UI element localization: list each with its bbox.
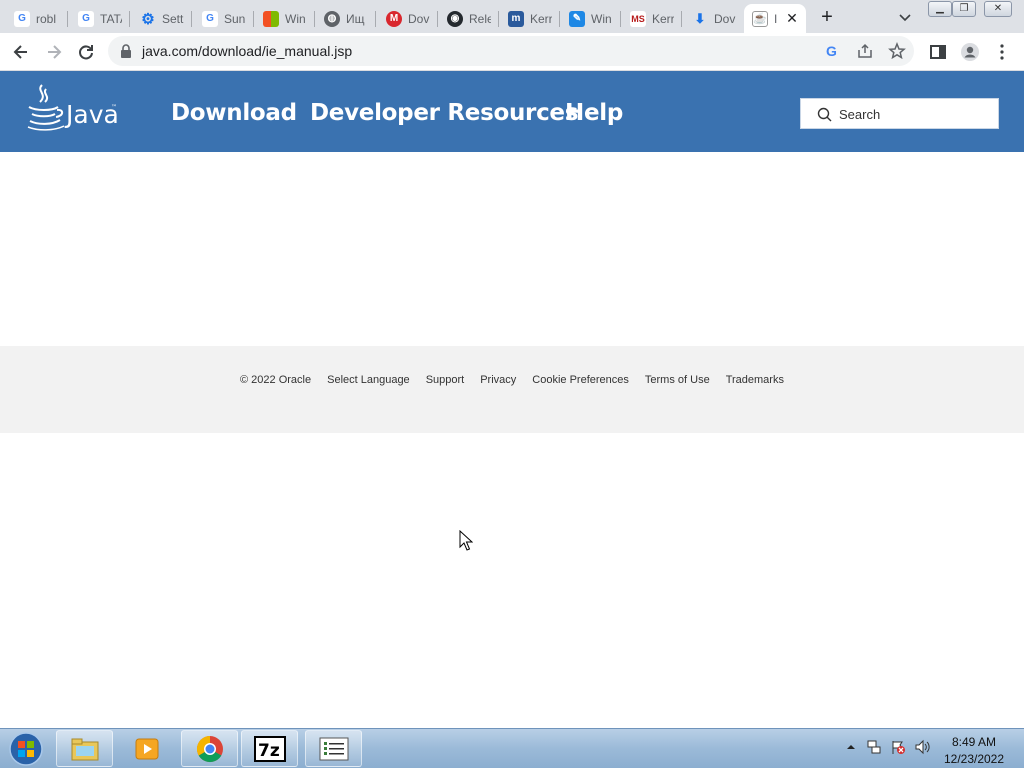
tab-7[interactable]: M Dov [378,4,438,33]
close-tab-icon[interactable]: ✕ [784,10,800,26]
svg-text:Java: Java [64,100,118,129]
tab-1[interactable]: G robl [6,4,68,33]
tab-label: Dov [714,11,736,26]
footer-terms[interactable]: Terms of Use [645,374,710,386]
taskbar-notes-app[interactable] [305,730,362,767]
forward-arrow-icon[interactable] [44,42,64,62]
nav-developer-resources[interactable]: Developer Resources [310,100,578,126]
tab-label: Sett [162,11,184,26]
tab-label: Ищ [346,11,365,26]
ms-icon: MS [630,10,646,27]
tab-3[interactable]: ⚙ Sett [132,4,192,33]
folder-icon [71,738,98,760]
footer-support[interactable]: Support [426,374,465,386]
restore-button[interactable]: ❐ [952,1,976,17]
tab-label: Kerr [530,11,552,26]
close-window-button[interactable]: ✕ [984,1,1012,17]
mega-icon: M [386,10,402,27]
share-icon[interactable] [856,42,874,60]
java-logo[interactable]: Java ™ [24,83,118,133]
tab-active-java[interactable]: ☕ I ✕ [744,4,806,33]
minimize-button[interactable]: ▁ [928,1,952,17]
footer-trademarks[interactable]: Trademarks [726,374,784,386]
tab-label: Dov [408,11,430,26]
side-panel-icon[interactable] [928,42,948,62]
site-header: Java ™ Download Developer Resources Help [0,71,1024,152]
nav-help[interactable]: Help [565,100,623,126]
footer-links: © 2022 Oracle Select Language Support Pr… [0,374,1024,386]
show-hidden-icons-icon[interactable] [843,739,859,755]
windows-taskbar: 7z 8:49 AM 12/23/2022 [0,728,1024,768]
back-arrow-icon[interactable] [11,42,31,62]
search-icon [817,107,832,122]
java-icon: ☕ [752,10,768,27]
bookmark-star-icon[interactable] [888,42,906,60]
reload-icon[interactable] [76,42,96,62]
address-bar[interactable]: java.com/download/ie_manual.jsp G [108,36,914,66]
svg-text:7z: 7z [258,741,280,761]
tab-8[interactable]: ◉ Rele [439,4,499,33]
svg-text:G: G [826,43,837,59]
tab-label: TATA [100,11,122,26]
chrome-icon [196,735,223,762]
taskbar-chrome[interactable] [181,730,238,767]
svg-text:™: ™ [111,104,117,111]
google-icon: G [202,10,218,27]
site-search-box[interactable] [800,98,999,129]
tab-6[interactable]: ◍ Ищ [316,4,376,33]
action-center-flag-icon[interactable] [890,739,906,755]
lock-icon[interactable] [120,44,132,58]
download-icon: ⬇ [694,10,706,26]
tab-label: Kerr [652,11,674,26]
profile-avatar-icon[interactable] [960,42,980,62]
tab-12[interactable]: ⬇ Dov [684,4,744,33]
globe-icon: ◍ [324,10,340,27]
tab-strip: G robl G TATA ⚙ Sett G Sun Win ◍ Ищ M Do… [0,0,1024,33]
kebab-menu-icon[interactable] [992,42,1012,62]
system-clock[interactable]: 8:49 AM 12/23/2022 [938,735,1010,766]
taskbar-explorer[interactable] [56,730,113,767]
tab-9[interactable]: m Kerr [500,4,560,33]
footer-select-language[interactable]: Select Language [327,374,410,386]
footer-privacy[interactable]: Privacy [480,374,516,386]
nav-download[interactable]: Download [171,100,297,126]
7zip-icon: 7z [253,735,286,762]
clock-time: 8:49 AM [951,735,997,749]
tab-label: Win [591,11,612,26]
volume-icon[interactable] [914,739,930,755]
microsoft-icon [263,10,279,27]
new-tab-button[interactable]: + [816,6,838,28]
taskbar-media-player[interactable] [118,730,175,767]
tab-label: robl [36,11,57,26]
site-footer: © 2022 Oracle Select Language Support Pr… [0,346,1024,433]
footer-cookie-preferences[interactable]: Cookie Preferences [532,374,629,386]
m-icon: m [508,10,524,27]
tab-label: Win [285,11,306,26]
google-translate-icon[interactable]: G [824,42,842,60]
tab-4[interactable]: G Sun [194,4,254,33]
tab-label: Rele [469,11,491,26]
pen-icon: ✎ [569,10,585,27]
google-icon: G [14,10,30,27]
mouse-cursor-icon [459,530,473,551]
tab-5[interactable]: Win [255,4,315,33]
google-icon: G [78,10,94,27]
start-button[interactable] [4,731,48,767]
github-icon: ◉ [447,10,463,27]
network-icon[interactable] [866,739,882,755]
media-player-icon [135,738,158,759]
taskbar-7zip[interactable]: 7z [241,730,298,767]
tab-label: Sun [224,11,246,26]
tab-2[interactable]: G TATA [70,4,130,33]
browser-toolbar: java.com/download/ie_manual.jsp G [0,33,1024,71]
url-text: java.com/download/ie_manual.jsp [142,43,353,59]
gear-icon: ⚙ [141,10,155,28]
list-app-icon [319,737,348,760]
clock-date: 12/23/2022 [943,752,1005,766]
tab-10[interactable]: ✎ Win [561,4,621,33]
tab-search-chevron-icon[interactable] [896,8,914,26]
footer-copyright: © 2022 Oracle [240,374,312,386]
tab-11[interactable]: MS Kerr [622,4,682,33]
search-input[interactable] [839,105,989,123]
